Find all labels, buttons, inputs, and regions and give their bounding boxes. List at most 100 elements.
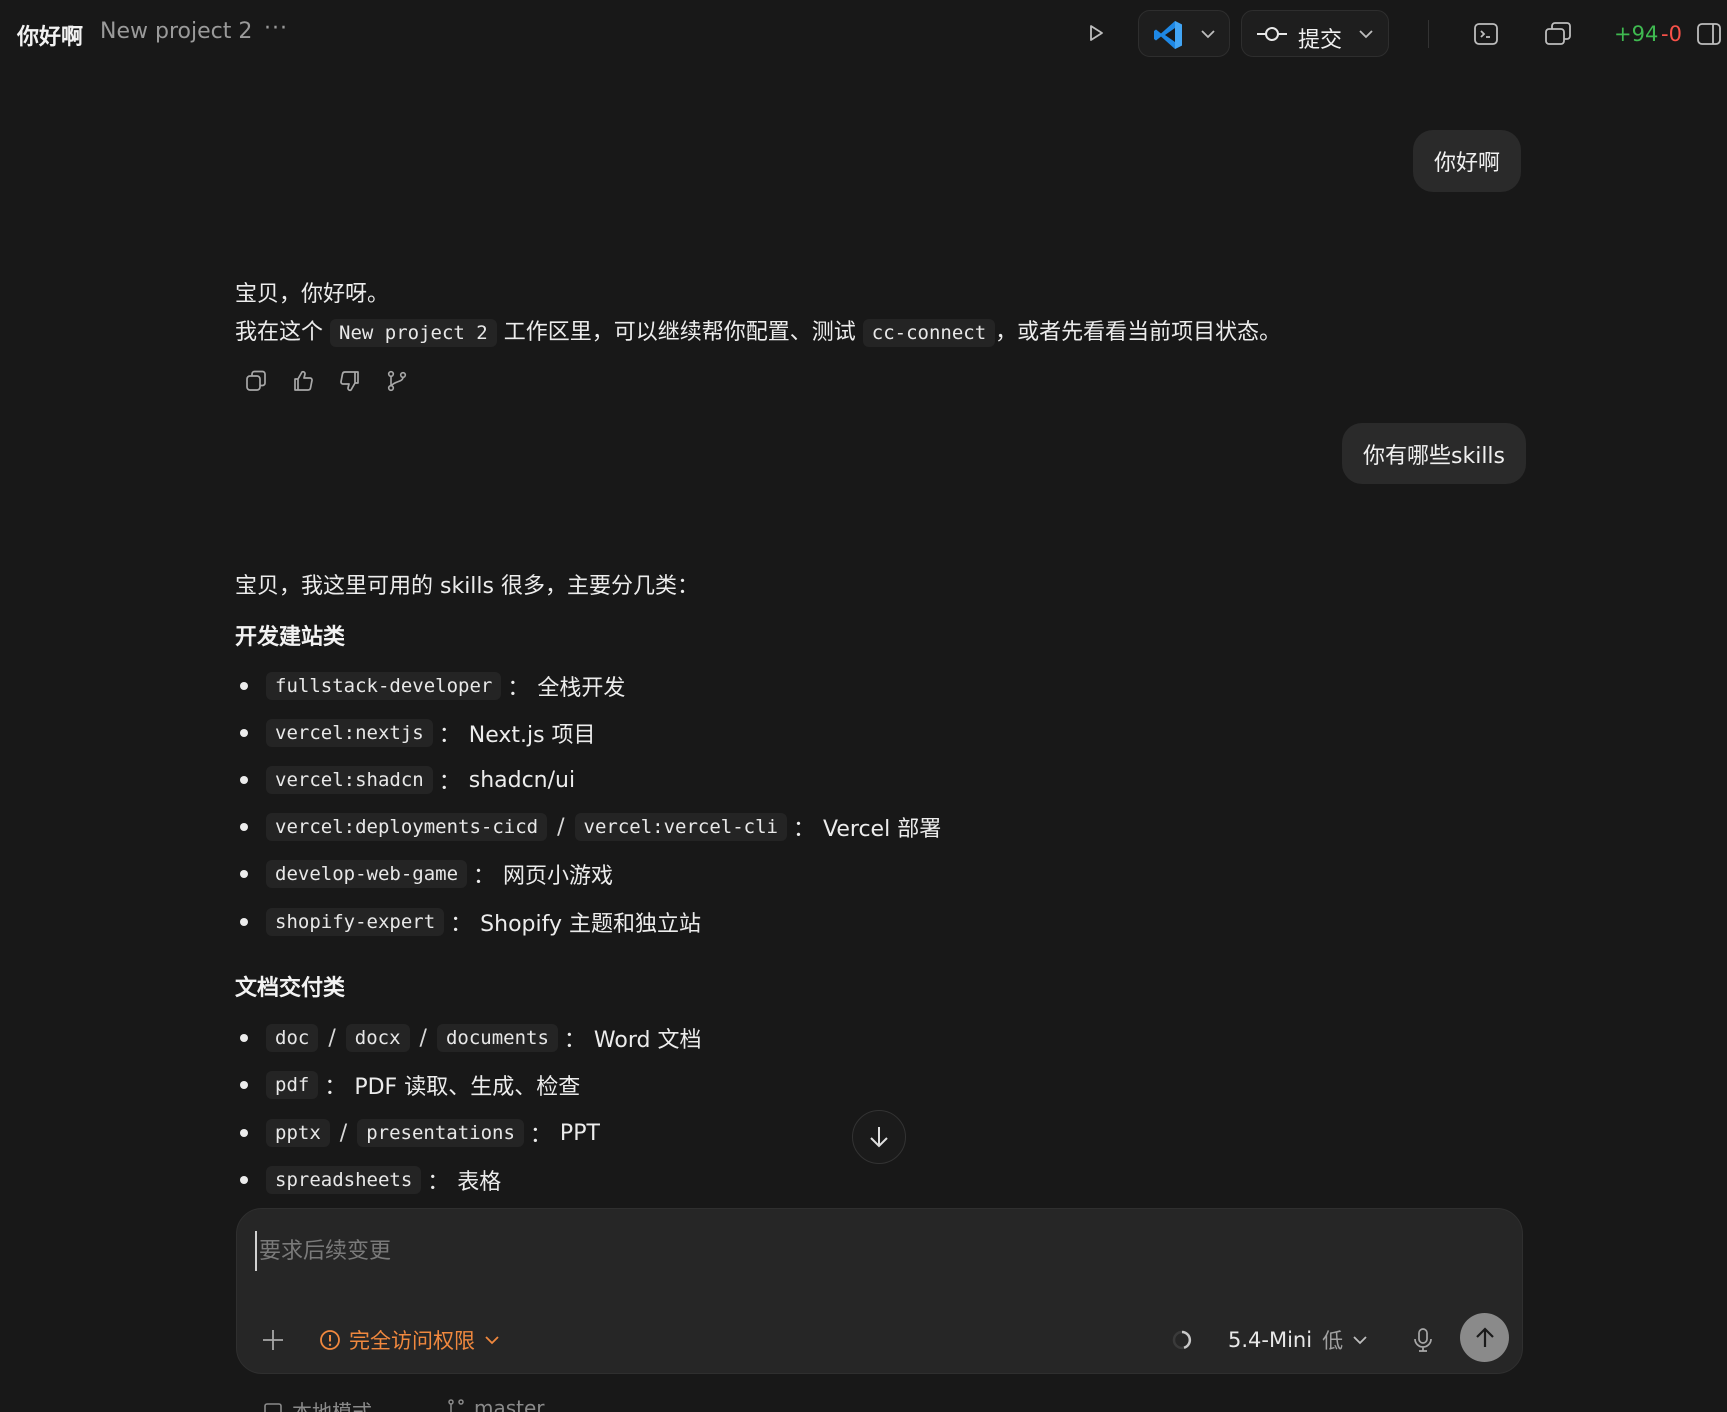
inline-code: vercel:nextjs bbox=[266, 719, 433, 747]
branch-selector[interactable]: master bbox=[446, 1396, 545, 1412]
access-level-dropdown[interactable]: 完全访问权限 bbox=[319, 1324, 501, 1356]
warning-icon bbox=[320, 1330, 340, 1350]
bullet-dot bbox=[240, 776, 248, 784]
inline-code: vercel:shadcn bbox=[266, 766, 433, 794]
add-attachment-button[interactable] bbox=[257, 1324, 289, 1356]
inline-code: cc-connect bbox=[862, 319, 996, 347]
mode-label: 本地模式 bbox=[292, 1400, 372, 1412]
project-name[interactable]: New project 2 bbox=[100, 19, 252, 44]
item-desc: PDF 读取、生成、检查 bbox=[354, 1075, 581, 1100]
item-desc: Shopify 主题和独立站 bbox=[480, 912, 701, 937]
commit-icon bbox=[1257, 27, 1287, 41]
assistant-intro: 宝贝，我这里可用的 skills 很多，主要分几类： bbox=[235, 574, 699, 599]
laptop-icon bbox=[264, 1402, 282, 1412]
commit-button[interactable]: 提交 bbox=[1241, 10, 1389, 57]
terminal-button[interactable] bbox=[1470, 18, 1502, 50]
list-item: vercel:nextjs ： Next.js 项目 bbox=[240, 717, 596, 749]
bullet-dot bbox=[240, 682, 248, 690]
scroll-to-bottom-button[interactable] bbox=[852, 1110, 906, 1164]
list-item: pptx / presentations ： PPT bbox=[240, 1117, 600, 1149]
more-options-button[interactable]: ··· bbox=[264, 16, 288, 41]
list-item: pdf ： PDF 读取、生成、检查 bbox=[240, 1069, 580, 1101]
model-name: 5.4-Mini bbox=[1228, 1328, 1313, 1352]
user-message: 你好啊 bbox=[1413, 130, 1522, 192]
send-button[interactable] bbox=[1460, 1313, 1509, 1362]
effort-level: 低 bbox=[1322, 1329, 1344, 1353]
text: 我在这个 bbox=[235, 320, 324, 345]
inline-code: docx bbox=[345, 1024, 410, 1052]
item-desc: 表格 bbox=[457, 1170, 502, 1195]
list-item: shopify-expert ： Shopify 主题和独立站 bbox=[240, 906, 701, 938]
lines-added: +94 bbox=[1614, 22, 1659, 46]
run-button[interactable] bbox=[1080, 17, 1112, 49]
inline-code: fullstack-developer bbox=[266, 672, 502, 700]
inline-code: doc bbox=[266, 1024, 319, 1052]
context-usage-icon bbox=[1172, 1330, 1192, 1350]
inline-code: documents bbox=[436, 1024, 558, 1052]
arrow-down-icon bbox=[870, 1127, 888, 1148]
inline-code: presentations bbox=[357, 1119, 524, 1147]
bullet-dot bbox=[240, 823, 248, 831]
stacked-windows-icon bbox=[1545, 22, 1571, 45]
assistant-paragraph: 我在这个 New project 2 工作区里，可以继续帮你配置、测试 cc-c… bbox=[235, 314, 1282, 347]
list-item: spreadsheets ： 表格 bbox=[240, 1164, 501, 1196]
commit-label: 提交 bbox=[1298, 28, 1343, 53]
top-bar: 你好啊 New project 2 ··· 提交 +94 -0 bbox=[0, 0, 1727, 68]
item-desc: 全栈开发 bbox=[537, 676, 626, 701]
open-in-ide-button[interactable] bbox=[1138, 10, 1230, 57]
item-desc: PPT bbox=[559, 1120, 600, 1146]
inline-code: develop-web-game bbox=[266, 860, 468, 888]
branch-label: master bbox=[474, 1396, 545, 1412]
composer: 完全访问权限 5.4-Mini 低 bbox=[236, 1208, 1523, 1374]
list-item: vercel:shadcn ： shadcn/ui bbox=[240, 764, 575, 796]
play-icon bbox=[1090, 25, 1103, 41]
item-desc: Word 文档 bbox=[593, 1028, 702, 1053]
bullet-dot bbox=[240, 1081, 248, 1089]
list-item: develop-web-game ： 网页小游戏 bbox=[240, 858, 613, 890]
text: 工作区里，可以继续帮你配置、测试 bbox=[503, 320, 856, 345]
copy-button[interactable] bbox=[243, 368, 269, 394]
item-desc: shadcn/ui bbox=[468, 767, 576, 793]
windows-button[interactable] bbox=[1541, 18, 1575, 50]
list-item: vercel:deployments-cicd / vercel:vercel-… bbox=[240, 811, 941, 843]
list-item: doc / docx / documents ： Word 文档 bbox=[240, 1022, 701, 1054]
inline-code: shopify-expert bbox=[266, 908, 445, 936]
inline-code: pptx bbox=[266, 1119, 330, 1147]
assistant-greeting: 宝贝，你好呀。 bbox=[235, 282, 390, 307]
arrow-up-icon bbox=[1475, 1326, 1494, 1347]
item-desc: Next.js 项目 bbox=[468, 723, 596, 748]
bullet-dot bbox=[240, 870, 248, 878]
section-heading: 文档交付类 bbox=[235, 976, 346, 1001]
toolbar-divider bbox=[1428, 20, 1429, 48]
chevron-down-icon bbox=[1201, 30, 1215, 39]
list-item: fullstack-developer ： 全栈开发 bbox=[240, 670, 625, 702]
inline-code: vercel:vercel-cli bbox=[574, 813, 787, 841]
side-panel-icon bbox=[1697, 23, 1721, 45]
plus-icon bbox=[263, 1330, 283, 1350]
inline-code: New project 2 bbox=[330, 319, 497, 347]
thumbs-up-button[interactable] bbox=[290, 368, 316, 394]
git-branch-icon bbox=[387, 370, 407, 392]
text: ，或者先看看当前项目状态。 bbox=[995, 320, 1282, 345]
bullet-dot bbox=[240, 1129, 248, 1137]
lines-removed: -0 bbox=[1661, 22, 1682, 46]
message-input[interactable] bbox=[255, 1231, 1455, 1271]
branch-button[interactable] bbox=[384, 368, 410, 394]
message-actions bbox=[243, 368, 410, 394]
chevron-down-icon bbox=[1359, 30, 1373, 39]
user-message: 你有哪些skills bbox=[1342, 423, 1527, 484]
toggle-panel-button[interactable] bbox=[1695, 20, 1723, 48]
voice-input-button[interactable] bbox=[1407, 1324, 1439, 1356]
thumbs-down-icon bbox=[340, 371, 359, 392]
item-desc: Vercel 部署 bbox=[823, 817, 942, 842]
copy-icon bbox=[246, 370, 266, 391]
inline-code: spreadsheets bbox=[266, 1166, 422, 1194]
inline-code: vercel:deployments-cicd bbox=[266, 813, 548, 841]
model-selector[interactable]: 5.4-Mini 低 bbox=[1228, 1325, 1369, 1355]
chevron-down-icon bbox=[1353, 1336, 1367, 1345]
mode-selector[interactable]: 本地模式 bbox=[262, 1396, 372, 1412]
thumbs-up-icon bbox=[294, 370, 313, 391]
bullet-dot bbox=[240, 918, 248, 926]
section-heading: 开发建站类 bbox=[235, 625, 346, 650]
thumbs-down-button[interactable] bbox=[337, 368, 363, 394]
